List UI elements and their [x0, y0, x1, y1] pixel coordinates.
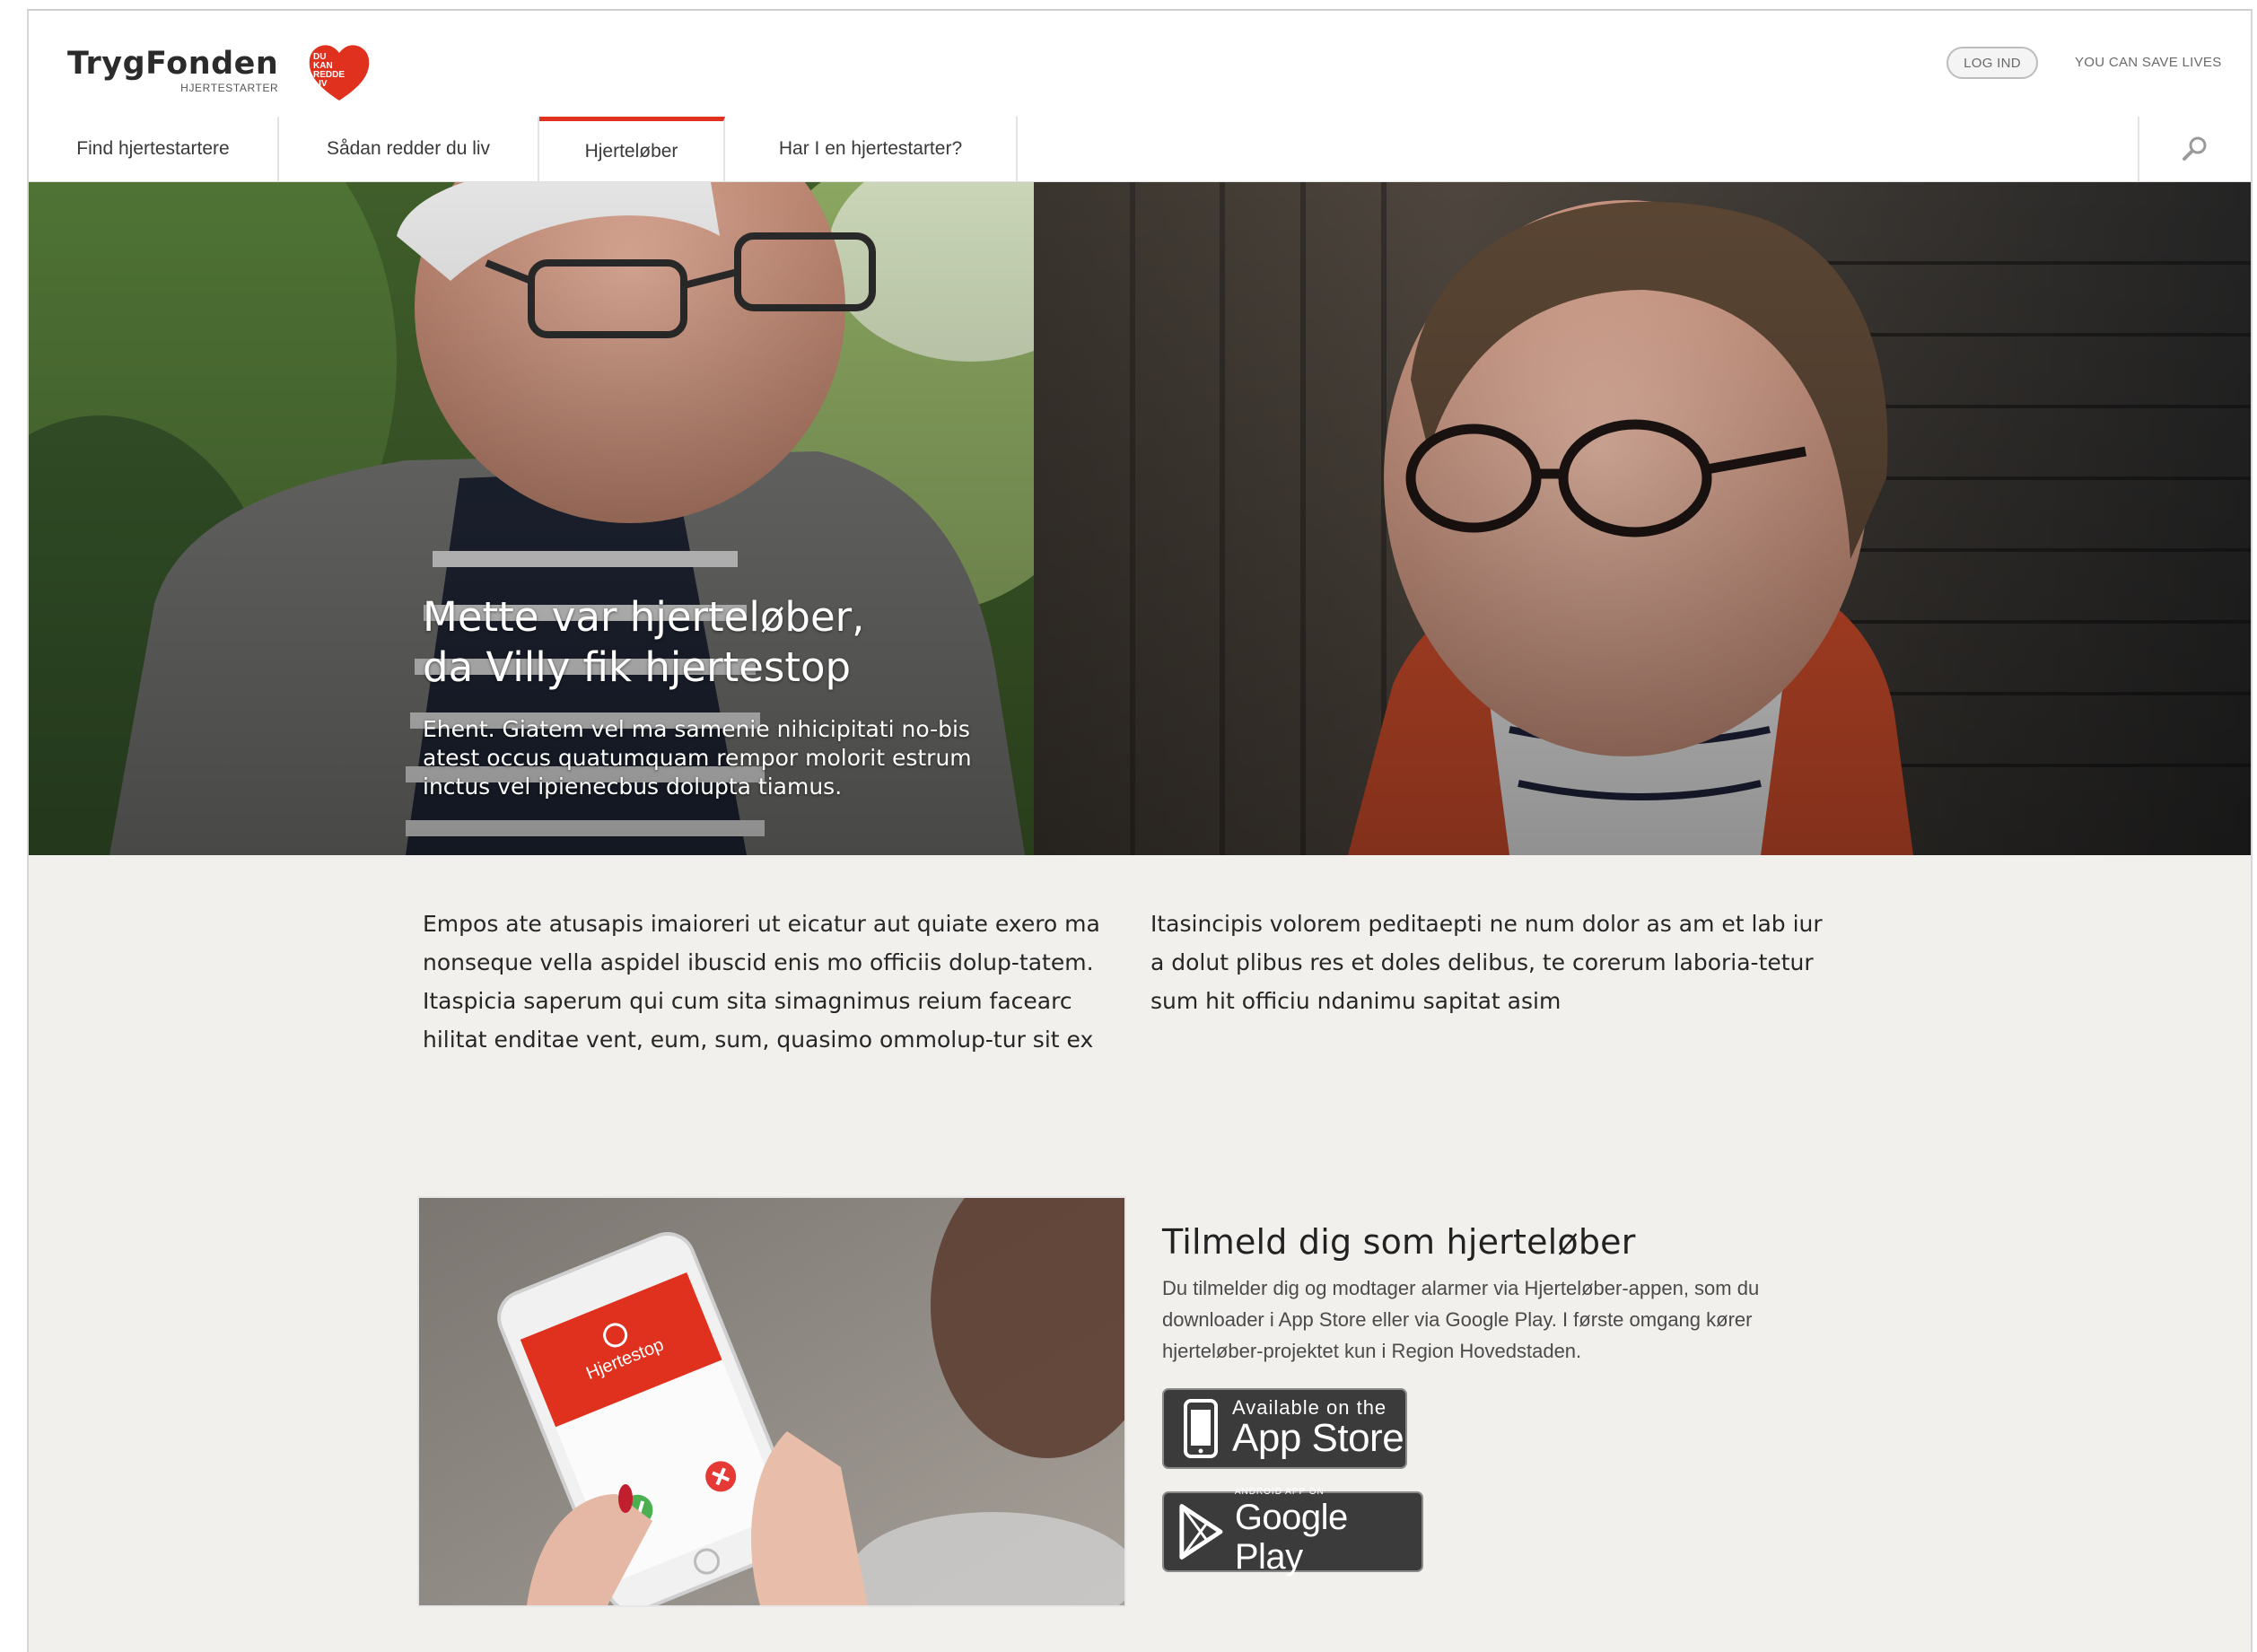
site-header: TrygFonden HJERTESTARTER DU KAN REDDE LI… [29, 11, 2251, 118]
hero-title: Mette var hjerteløber, da Villy fik hjer… [423, 592, 979, 693]
nav-item-find-hjertestartere[interactable]: Find hjertestartere [29, 117, 279, 181]
search-icon [2183, 136, 2207, 161]
search-button[interactable] [2138, 117, 2251, 181]
phone-photo-illustration: Hjertestop [419, 1198, 1124, 1605]
google-play-big-text: Google Play [1234, 1498, 1348, 1577]
phone-icon [1184, 1399, 1218, 1458]
app-store-label: Available on the App Store [1232, 1398, 1404, 1459]
phone-app-photo: Hjertestop [417, 1196, 1126, 1607]
hero-title-line-2: da Villy fik hjertestop [423, 643, 852, 691]
login-button[interactable]: LOG IND [1946, 47, 2038, 79]
google-play-button[interactable]: ANDROID APP ON Google Play [1162, 1487, 1423, 1577]
app-store-button[interactable]: Available on the App Store [1162, 1388, 1407, 1469]
page-frame: TrygFonden HJERTESTARTER DU KAN REDDE LI… [27, 9, 2253, 1652]
heart-logo-icon: DU KAN REDDE LIV [310, 45, 370, 101]
nav-item-saadan-redder-du-liv[interactable]: Sådan redder du liv [279, 117, 539, 181]
header-tagline[interactable]: YOU CAN SAVE LIVES [2075, 55, 2222, 70]
nav-item-hjertelober[interactable]: Hjerteløber [539, 117, 725, 181]
app-store-big-text: App Store [1232, 1416, 1404, 1460]
logo-subtitle: HJERTESTARTER [180, 82, 279, 94]
google-play-small-text: ANDROID APP ON [1234, 1487, 1325, 1497]
intro-text-left: Empos ate atusapis imaioreri ut eicatur … [423, 911, 1100, 1053]
logo-text: TrygFonden HJERTESTARTER [67, 47, 278, 94]
play-triangle-icon [1179, 1504, 1223, 1560]
intro-text-right: Itasincipis volorem peditaepti ne num do… [1150, 911, 1823, 1014]
main-nav: Find hjertestartere Sådan redder du liv … [29, 117, 2251, 182]
app-section-description: Du tilmelder dig og modtager alarmer via… [1162, 1277, 1760, 1362]
hero-description: Ehent. Giatem vel ma samenie nihicipitat… [423, 716, 972, 800]
logo-wordmark: TrygFonden [67, 46, 279, 82]
app-store-small-text: Available on the [1232, 1396, 1387, 1419]
site-logo[interactable]: TrygFonden HJERTESTARTER DU KAN REDDE LI… [67, 45, 371, 102]
app-section-title: Tilmeld dig som hjerteløber [1162, 1222, 1636, 1262]
google-play-label: ANDROID APP ON Google Play [1235, 1487, 1422, 1577]
hero-banner[interactable]: Mette var hjerteløber, da Villy fik hjer… [29, 182, 2251, 855]
heart-line-4: LIV [313, 79, 328, 89]
hero-title-line-1: Mette var hjerteløber, [423, 593, 865, 641]
nav-item-har-i-en-hjertestarter[interactable]: Har I en hjertestarter? [725, 117, 1018, 181]
hero-photo [29, 182, 2251, 855]
